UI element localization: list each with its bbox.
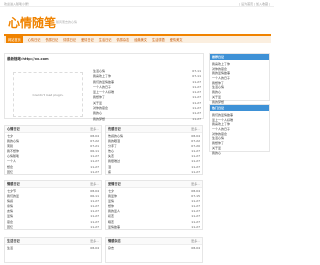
recommend-panel: 推荐日记 我喜欢上了你 对你的思念 我的爱情故事 一个人的日子 我想你了 生活心… — [209, 53, 270, 104]
nav-item[interactable]: 经典美文 — [134, 37, 147, 42]
nav-item[interactable]: 爱情日记 — [81, 37, 94, 42]
list-item[interactable]: 爱情故事 11-27 — [108, 225, 200, 230]
category-panel: 情感日记 更多... 七夕节 08-04 我们的爱 06-11 情感 11-27 亲情 1… — [4, 180, 102, 230]
category-panel: 情感杂志 更多... 杂志 08-04 — [105, 237, 203, 263]
site-logo[interactable]: 心情随笔 — [8, 14, 56, 31]
nav-item[interactable]: 爱情美文 — [170, 37, 183, 42]
list-item[interactable]: 生活 08-04 — [7, 246, 99, 251]
plugin-placeholder: Couldn't load plugin. — [13, 72, 83, 117]
panel-title: 生活日记 — [7, 239, 20, 243]
more-link[interactable]: 更多... — [191, 181, 200, 187]
panel-title: 情感日记 — [7, 182, 20, 186]
list-item[interactable]: 杂志 08-04 — [108, 246, 200, 251]
category-panel: 生活日记 更多... 生活 08-04 — [4, 237, 102, 263]
nav-item[interactable]: 心情日记 — [28, 37, 41, 42]
latest-panel: 最新随笔:http://xx.com Couldn't load plugin.… — [4, 53, 204, 122]
latest-title: 最新随笔:http://xx.com — [7, 57, 49, 61]
nav-item[interactable]: 生活感悟 — [152, 37, 165, 42]
hot-panel: 热门日记 我们的爱情故事 爱上一个人好难 我喜欢上了你 一个人的日子 对你的思念… — [209, 104, 270, 155]
main-nav: 网站首页 心情日记 伤感日记 情感日记 爱情日记 生活日记 情感杂志 经典美文 … — [4, 34, 271, 43]
nav-item[interactable]: 情感日记 — [63, 37, 76, 42]
list-item[interactable]: 回忆 11-27 — [7, 170, 99, 175]
more-link[interactable]: 更多... — [191, 238, 200, 244]
category-panel: 伤感日记 更多... 伤感的心情 08-04 我的眼泪 07-22 分手了 07-20 … — [105, 125, 203, 175]
list-item[interactable]: 痛 11-27 — [108, 170, 200, 175]
more-link[interactable]: 更多... — [90, 126, 99, 132]
category-panel: 心情日记 更多... 七夕 08-04 我的心情 07-22 离别 07-21 我不想你… — [4, 125, 102, 175]
top-bar: 欢迎进入随笔小屋！ | 设为首页 | 加入收藏 | — [0, 0, 274, 7]
nav-item[interactable]: 伤感日记 — [46, 37, 59, 42]
welcome-text: 欢迎进入随笔小屋！ — [4, 1, 32, 6]
latest-list: 生活心情 07-11 我喜欢上了你 07-11 我们的爱情故事 11-27 一个人的日… — [93, 69, 201, 122]
list-item[interactable]: 回忆 11-27 — [7, 225, 99, 230]
nav-item-home[interactable]: 网站首页 — [6, 36, 23, 43]
panel-title: 情感杂志 — [108, 239, 121, 243]
more-link[interactable]: 更多... — [90, 238, 99, 244]
nav-item[interactable]: 生活日记 — [99, 37, 112, 42]
panel-title: 爱情日记 — [108, 182, 121, 186]
category-panel: 爱情日记 更多... 七夕 08-04 我爱你 07-15 爱情 11-27 想你 11-… — [105, 180, 203, 230]
more-link[interactable]: 更多... — [90, 181, 99, 187]
list-item[interactable]: 我的心 — [212, 151, 267, 156]
panel-title: 伤感日记 — [108, 127, 121, 131]
list-item[interactable]: 我的梦想 11-27 — [93, 117, 201, 122]
top-links[interactable]: | 设为首页 | 加入收藏 | — [239, 2, 270, 6]
more-link[interactable]: 更多... — [191, 126, 200, 132]
nav-item[interactable]: 情感杂志 — [117, 37, 130, 42]
panel-title: 心情日记 — [7, 127, 20, 131]
site-slogan: 随风而去的心情 — [56, 20, 78, 24]
